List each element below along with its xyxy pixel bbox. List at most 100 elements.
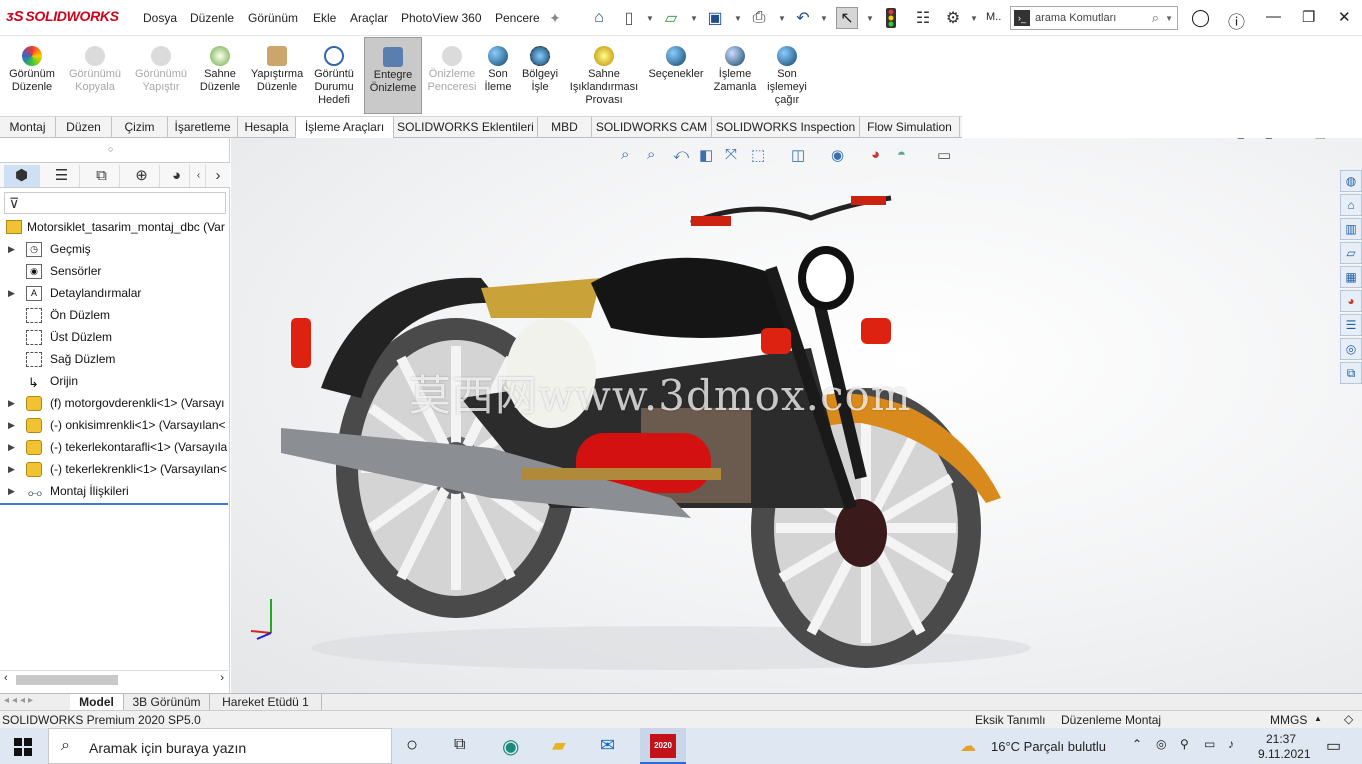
network-icon[interactable]: ▭ — [1204, 737, 1215, 751]
tab-duzen[interactable]: Düzen — [56, 117, 112, 138]
menu-gorunum[interactable]: Görünüm — [248, 11, 298, 25]
tab-isleme-araclari[interactable]: İşleme Araçları — [296, 117, 394, 138]
panel-grip-icon[interactable]: ○ — [108, 144, 113, 154]
rollback-bar[interactable] — [0, 503, 228, 505]
tab-cizim[interactable]: Çizim — [112, 117, 168, 138]
file-explorer-icon[interactable]: ▰ — [552, 735, 566, 756]
document-close-icon[interactable]: ✕ — [1339, 138, 1349, 142]
chevron-down-icon[interactable]: ▼ — [734, 14, 742, 23]
property-manager-tab-icon[interactable]: ☰ — [44, 165, 80, 187]
tab-solidworks-eklentileri[interactable]: SOLIDWORKS Eklentileri — [394, 117, 538, 138]
solidworks-forum-icon[interactable]: ◎ — [1340, 338, 1362, 360]
expand-icon[interactable]: ▶ — [8, 480, 15, 502]
open-icon[interactable]: ▱ — [660, 7, 682, 29]
undo-icon[interactable]: ↶ — [792, 7, 814, 29]
dimxpert-tab-icon[interactable]: ⊕ — [124, 165, 160, 187]
display-state-target-button[interactable]: Görüntü Durumu Hedefi — [310, 40, 358, 107]
tab-isaretleme[interactable]: İşaretleme — [168, 117, 238, 138]
scroll-left-icon[interactable]: ‹ — [4, 672, 8, 684]
zoom-to-fit-icon[interactable]: ⌕ — [621, 146, 629, 163]
help-icon[interactable]: ⓘ — [1228, 8, 1245, 33]
final-render-button[interactable]: Son İleme — [482, 40, 514, 94]
menu-pencere[interactable]: Pencere — [495, 11, 540, 25]
notifications-icon[interactable]: ▭ — [1326, 736, 1341, 756]
view-orientation-icon[interactable]: ⬚ — [751, 146, 765, 164]
solidworks-taskbar-button[interactable]: 2020 — [640, 728, 686, 764]
configuration-tab-icon[interactable]: ⧉ — [84, 165, 120, 187]
pin-icon[interactable]: ✦ — [544, 7, 566, 29]
close-icon[interactable]: ✕ — [1338, 8, 1351, 26]
tabs-scroll-left-icon[interactable]: ‹ — [192, 165, 206, 187]
weather-icon[interactable]: ☁ — [960, 736, 976, 756]
edit-scene-button[interactable]: Sahne Düzenle — [196, 40, 244, 94]
chevron-up-icon[interactable]: ▲ — [1314, 714, 1322, 723]
scroll-right-icon[interactable]: › — [220, 672, 224, 684]
custom-properties-icon[interactable]: ☰ — [1340, 314, 1362, 336]
chevron-up-icon[interactable]: ⌃ — [1132, 737, 1142, 751]
integrated-preview-button[interactable]: Entegre Önizleme — [364, 37, 422, 114]
chevron-down-icon[interactable]: ▼ — [820, 14, 828, 23]
language-icon[interactable]: ⚲ — [1180, 737, 1189, 751]
feedback-icon[interactable]: ⧉ — [1340, 362, 1362, 384]
view-settings-icon[interactable]: ▭ — [937, 146, 951, 164]
document-collapse-icon[interactable]: ⧈ — [1237, 138, 1245, 143]
menu-dosya[interactable]: Dosya — [143, 11, 177, 25]
file-properties-icon[interactable]: ☷ — [912, 7, 934, 29]
filter-icon[interactable]: ⊽ — [9, 195, 19, 212]
paste-appearance-button[interactable]: Görünümü Yapıştır — [130, 40, 192, 94]
scrollbar-thumb[interactable] — [16, 675, 118, 685]
clock-time[interactable]: 21:37 — [1266, 732, 1296, 746]
render-region-button[interactable]: Bölgeyi İşle — [518, 40, 562, 94]
more-menu[interactable]: M.. — [986, 11, 1001, 23]
menu-araclar[interactable]: Araçlar — [350, 11, 388, 25]
dynamic-annotation-icon[interactable]: ⤧ — [725, 146, 737, 163]
tab-motion-study[interactable]: Hareket Etüdü 1 — [210, 694, 322, 710]
edit-decal-button[interactable]: Yapıştırma Düzenle — [248, 40, 306, 94]
previous-view-icon[interactable]: ⤺ — [673, 146, 689, 163]
expand-icon[interactable]: ▶ — [8, 458, 15, 480]
tab-3d-view[interactable]: 3B Görünüm — [124, 694, 210, 710]
taskbar-search[interactable]: ⌕ Aramak için buraya yazın — [48, 728, 392, 764]
restore-icon[interactable]: ❐ — [1302, 8, 1315, 26]
view-palette-icon[interactable]: ▦ — [1340, 266, 1362, 288]
print-icon[interactable]: ⎙ — [748, 7, 770, 29]
tab-model[interactable]: Model — [70, 694, 124, 710]
chevron-down-icon[interactable]: ▼ — [646, 14, 654, 23]
lighting-preview-button[interactable]: Sahne Işıklandırması Provası — [566, 40, 642, 107]
solidworks-resources-icon[interactable]: ◍ — [1340, 170, 1362, 192]
task-view-icon[interactable]: ⧉ — [454, 736, 465, 754]
quick-tips-icon[interactable]: ◇ — [1344, 712, 1353, 726]
appearances-icon[interactable]: ◕ — [1340, 290, 1362, 312]
chevron-down-icon[interactable]: ▼ — [866, 14, 874, 23]
command-search[interactable]: ›_ arama Komutları ⌕ ▼ — [1010, 6, 1178, 30]
weather-text[interactable]: 16°C Parçalı bulutlu — [991, 739, 1106, 754]
feature-tree-tab-icon[interactable]: ⬢ — [4, 165, 40, 187]
edit-appearance-icon[interactable]: ◕ — [871, 146, 880, 163]
menu-photoview[interactable]: PhotoView 360 — [401, 11, 482, 25]
menu-duzenle[interactable]: Düzenle — [190, 11, 234, 25]
tab-montaj[interactable]: Montaj — [0, 117, 56, 138]
design-library-icon[interactable]: ▥ — [1340, 218, 1362, 240]
display-style-icon[interactable]: ◫ — [791, 146, 805, 164]
tab-mbd[interactable]: MBD — [538, 117, 592, 138]
expand-icon[interactable]: ▶ — [8, 392, 15, 414]
minimize-icon[interactable]: — — [1266, 8, 1281, 25]
expand-icon[interactable]: ▶ — [8, 414, 15, 436]
expand-icon[interactable]: ▶ — [8, 282, 15, 304]
windows-start-icon[interactable] — [14, 738, 32, 756]
document-restore-icon[interactable]: ❐ — [1315, 138, 1326, 142]
tab-solidworks-inspection[interactable]: SOLIDWORKS Inspection — [712, 117, 860, 138]
menu-ekle[interactable]: Ekle — [313, 11, 336, 25]
solidworks-logo[interactable]: ᴣS SOLIDWORKS — [6, 8, 119, 25]
apply-scene-icon[interactable]: ◓ — [897, 146, 906, 163]
search-icon[interactable]: ⌕ — [1152, 10, 1159, 26]
options-button[interactable]: Seçenekler — [646, 40, 706, 81]
hide-show-items-icon[interactable]: ◉ — [831, 146, 844, 164]
tab-hesapla[interactable]: Hesapla — [238, 117, 296, 138]
tree-scrollbar[interactable]: ‹ › — [0, 670, 228, 688]
tab-flow-simulation[interactable]: Flow Simulation — [860, 117, 960, 138]
new-document-icon[interactable]: ▯ — [618, 7, 640, 29]
chevron-down-icon[interactable]: ▼ — [970, 14, 978, 23]
graphics-area[interactable]: ⌕ ⌕ ⤺ ◧ ⤧ ⬚ ◫ ◉ ◕ ◓ ▭ ⧈ ⧈ — ❐ ✕ — [231, 138, 1362, 693]
document-minimize-icon[interactable]: — — [1291, 138, 1303, 142]
